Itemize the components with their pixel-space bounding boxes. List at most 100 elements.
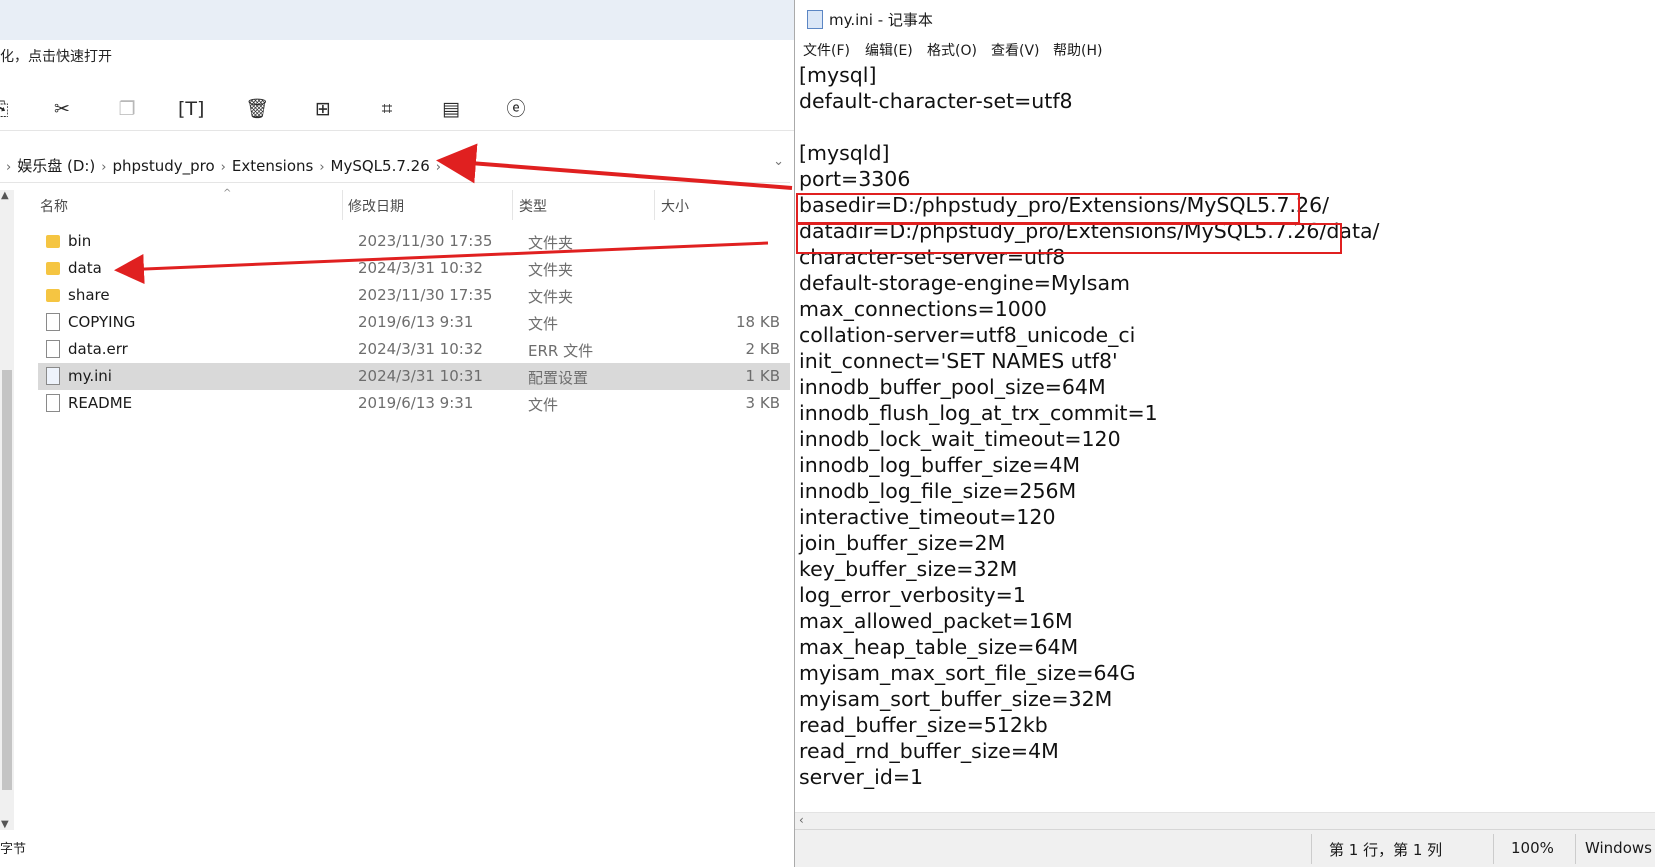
code-line: innodb_flush_log_at_trx_commit=1: [799, 401, 1158, 425]
scrollbar-thumb[interactable]: [2, 370, 12, 790]
file-row-my-ini[interactable]: my.ini 2024/3/31 10:31 配置设置 1 KB: [38, 363, 790, 390]
file-size: 2 KB: [745, 340, 780, 358]
cut-icon[interactable]: ✂: [49, 96, 75, 122]
file-row-copying[interactable]: COPYING 2019/6/13 9:31 文件 18 KB: [38, 309, 790, 336]
breadcrumb-separator-icon: ›: [6, 160, 12, 175]
horizontal-scrollbar[interactable]: ‹: [795, 812, 1655, 829]
window-title: my.ini - 记事本: [829, 11, 933, 29]
copy-icon[interactable]: ⎘: [0, 96, 14, 122]
menu-format[interactable]: 格式(O): [927, 40, 977, 60]
explorer-title-bar: [0, 0, 795, 40]
file-type: 文件夹: [528, 288, 574, 306]
code-line: max_connections=1000: [799, 297, 1047, 321]
delete-icon[interactable]: 🗑: [244, 96, 270, 122]
menu-file[interactable]: 文件(F): [803, 40, 850, 60]
scroll-down-icon[interactable]: ▼: [1, 819, 9, 830]
column-date[interactable]: 修改日期: [348, 196, 404, 216]
scroll-left-icon[interactable]: ‹: [799, 813, 804, 827]
file-date: 2019/6/13 9:31: [358, 313, 474, 331]
column-divider[interactable]: [342, 190, 343, 220]
file-row-share[interactable]: share 2023/11/30 17:35 文件夹: [38, 282, 790, 309]
scroll-up-icon[interactable]: ▲: [1, 190, 9, 201]
quick-access-hint: 化，点击快速打开: [0, 49, 112, 65]
column-divider[interactable]: [512, 190, 513, 220]
open-with-icon[interactable]: ⓔ: [503, 96, 529, 122]
code-line: port=3306: [799, 167, 911, 191]
config-file-icon: [46, 367, 60, 385]
file-date: 2024/3/31 10:32: [358, 340, 483, 358]
file-row-readme[interactable]: README 2019/6/13 9:31 文件 3 KB: [38, 390, 790, 417]
code-line: myisam_sort_buffer_size=32M: [799, 687, 1113, 711]
breadcrumb-drive[interactable]: 娱乐盘 (D:): [17, 157, 95, 175]
file-name: data.err: [68, 340, 128, 358]
code-line: join_buffer_size=2M: [799, 531, 1006, 555]
address-bar[interactable]: › 娱乐盘 (D:) › phpstudy_pro › Extensions › MySQL5…: [0, 148, 790, 183]
breadcrumb-separator-icon: ›: [101, 160, 107, 175]
code-line: max_heap_table_size=64M: [799, 635, 1079, 659]
file-row-bin[interactable]: bin 2023/11/30 17:35 文件夹: [38, 228, 790, 255]
copy-path-icon[interactable]: ❐: [114, 96, 140, 122]
cursor-position: 第 1 行，第 1 列: [1329, 841, 1443, 859]
folder-icon: [46, 235, 60, 248]
file-icon: [46, 394, 60, 412]
file-size: 18 KB: [736, 313, 780, 331]
file-row-data-err[interactable]: data.err 2024/3/31 10:32 ERR 文件 2 KB: [38, 336, 790, 363]
breadcrumb-extensions[interactable]: Extensions: [232, 157, 313, 175]
file-icon: [46, 313, 60, 331]
notepad-title-bar[interactable]: my.ini - 记事本: [795, 0, 1655, 38]
breadcrumb-separator-icon: ›: [319, 160, 325, 175]
rename-icon[interactable]: [T]: [178, 96, 204, 122]
file-icon: [46, 340, 60, 358]
folder-icon: [46, 262, 60, 275]
file-date: 2019/6/13 9:31: [358, 394, 474, 412]
file-type: 文件夹: [528, 234, 574, 252]
file-name: share: [68, 286, 110, 304]
code-line: innodb_lock_wait_timeout=120: [799, 427, 1121, 451]
code-line: myisam_max_sort_file_size=64G: [799, 661, 1136, 685]
code-line: max_allowed_packet=16M: [799, 609, 1073, 633]
highlight-datadir-box: [796, 223, 1342, 254]
text-editor[interactable]: [mysql] default-character-set=utf8 [mysq…: [795, 62, 1655, 812]
crop-icon[interactable]: ⌗: [374, 96, 400, 122]
code-line: server_id=1: [799, 765, 924, 789]
menu-help[interactable]: 帮助(H): [1053, 40, 1102, 60]
file-name: bin: [68, 232, 92, 250]
zoom-level: 100%: [1511, 839, 1554, 857]
code-line: default-storage-engine=MyIsam: [799, 271, 1130, 295]
code-line: read_rnd_buffer_size=4M: [799, 739, 1059, 763]
file-size: 3 KB: [745, 394, 780, 412]
chevron-down-icon[interactable]: ⌄: [773, 154, 784, 169]
column-size[interactable]: 大小: [661, 196, 689, 216]
file-type: 配置设置: [528, 369, 589, 387]
column-name[interactable]: 名称: [40, 196, 68, 216]
breadcrumb-separator-icon: ›: [220, 160, 226, 175]
file-name: COPYING: [68, 313, 136, 331]
file-type: ERR 文件: [528, 342, 594, 360]
menu-edit[interactable]: 编辑(E): [865, 40, 913, 60]
sort-ascending-icon: ^: [223, 188, 232, 199]
file-type: 文件: [528, 396, 559, 414]
column-type[interactable]: 类型: [519, 196, 547, 216]
file-list-header: 名称 ^ 修改日期 类型 大小: [30, 188, 790, 220]
code-line: innodb_buffer_pool_size=64M: [799, 375, 1106, 399]
notepad-icon: [807, 10, 823, 29]
properties-icon[interactable]: ▤: [438, 96, 464, 122]
menu-bar: 文件(F) 编辑(E) 格式(O) 查看(V) 帮助(H): [795, 38, 1655, 62]
menu-view[interactable]: 查看(V): [991, 40, 1040, 60]
file-name: my.ini: [68, 367, 112, 385]
file-explorer-window: 化，点击快速打开 ⎘ ✂ ❐ [T] 🗑 ⊞ ⌗ ▤ ⓔ › 娱乐盘 (D:) › p…: [0, 0, 795, 867]
file-row-data[interactable]: data 2024/3/31 10:32 文件夹: [38, 255, 790, 282]
notepad-status-bar: 第 1 行，第 1 列 100% Windows (CR: [795, 829, 1655, 867]
code-line: innodb_log_file_size=256M: [799, 479, 1077, 503]
breadcrumb-mysql[interactable]: MySQL5.7.26: [331, 157, 430, 175]
explorer-scrollbar[interactable]: ▲ ▼: [0, 190, 14, 830]
breadcrumb-phpstudy[interactable]: phpstudy_pro: [112, 157, 214, 175]
column-divider[interactable]: [654, 190, 655, 220]
file-date: 2023/11/30 17:35: [358, 232, 493, 250]
code-line: default-character-set=utf8: [799, 89, 1073, 113]
code-line: log_error_verbosity=1: [799, 583, 1026, 607]
breadcrumb-separator-icon: ›: [435, 160, 441, 175]
new-item-icon[interactable]: ⊞: [310, 96, 336, 122]
code-line: [mysql]: [799, 63, 877, 87]
breadcrumb: › 娱乐盘 (D:) › phpstudy_pro › Extensions › MySQL5…: [0, 155, 447, 176]
